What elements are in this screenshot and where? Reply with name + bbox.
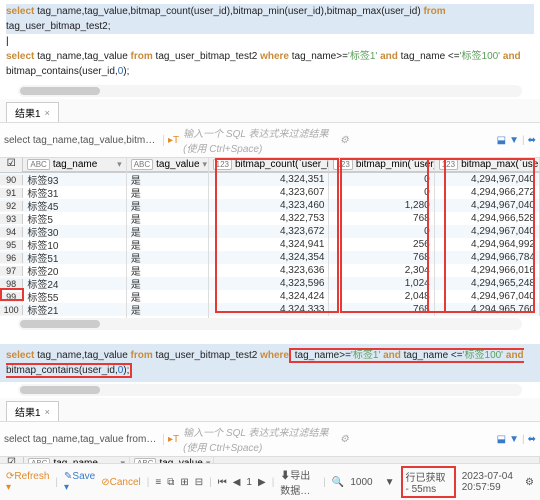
col-tag-name[interactable]: ABCtag_name▾ (23, 158, 126, 172)
format-icon[interactable]: ⬌ (528, 434, 536, 445)
divider: | (522, 434, 525, 445)
export-button[interactable]: ⬇导出数据… (280, 467, 317, 497)
zoom-icon[interactable]: 🔍 (332, 477, 344, 488)
save-button[interactable]: ✎Save ▾ (64, 471, 95, 493)
duplicate-icon[interactable]: ⧉ (167, 477, 174, 488)
breadcrumb[interactable]: select tag_name,tag_value,bitmap_cou (4, 135, 164, 146)
tab-label: 结果1 (15, 404, 41, 419)
cancel-button[interactable]: ⊘Cancel (101, 477, 141, 488)
status-text: 行已获取 - 55ms (401, 466, 456, 498)
result-tabs: 结果1 × (0, 99, 540, 123)
filter-hint[interactable]: 输入一个 SQL 表达式来过滤结果 (使用 Ctrl+Space) (183, 125, 336, 155)
row-count: 1000 (350, 477, 372, 488)
delete-icon[interactable]: ⊟ (195, 477, 203, 488)
timestamp: 2023-07-04 20:57:59 (462, 471, 519, 493)
tab-label: 结果1 (15, 105, 41, 120)
editor-scrollbar-2[interactable] (18, 384, 522, 396)
result-tabs-2: 结果1 × (0, 398, 540, 422)
grid-scrollbar[interactable] (18, 318, 522, 330)
refresh-button[interactable]: ⟳Refresh ▾ (6, 471, 49, 493)
gear-icon[interactable]: ⚙ (340, 434, 493, 445)
funnel-icon[interactable]: ▼ (509, 434, 519, 445)
result-tab-1b[interactable]: 结果1 × (6, 401, 59, 421)
funnel-icon[interactable]: ▼ (509, 135, 519, 146)
breadcrumb[interactable]: select tag_name,tag_value from tag_u (4, 434, 164, 445)
col-bitmap-max[interactable]: 123bitmap_max(`user_id`)▾ (435, 158, 540, 172)
col-bitmap-min[interactable]: 123bitmap_min(`user_id`)▾ (329, 158, 434, 172)
editor-scrollbar[interactable] (18, 85, 522, 97)
status-bar: ⟳Refresh ▾ | ✎Save ▾ ⊘Cancel | ≡ ⧉ ⊞ ⊟ |… (0, 463, 540, 500)
col-tag-value[interactable]: ABCtag_value▾ (127, 158, 209, 172)
table-row[interactable]: 100标签21是4,324,3337684,294,965,760 (0, 303, 540, 316)
result-tab-1[interactable]: 结果1 × (6, 102, 59, 122)
result-grid-top: ☑ ABCtag_name▾ ABCtag_value▾ 123bitmap_c… (0, 158, 540, 316)
insert-icon[interactable]: ⊞ (180, 477, 188, 488)
sql-editor-bottom[interactable]: select tag_name,tag_value from tag_user_… (0, 344, 540, 382)
page-number: 1 (246, 477, 252, 488)
chart-icon[interactable]: ⬓ (497, 135, 506, 146)
script-icon[interactable]: ≡ (155, 477, 161, 488)
close-icon[interactable]: × (45, 407, 50, 417)
chart-icon[interactable]: ⬓ (497, 434, 506, 445)
sql-editor-top[interactable]: select tag_name,tag_value,bitmap_count(u… (0, 0, 540, 83)
prev-page-icon[interactable]: ◀ (233, 477, 241, 488)
next-page-icon[interactable]: ▶ (258, 477, 266, 488)
result-toolbar-bottom: select tag_name,tag_value from tag_u ▸T … (0, 422, 540, 457)
grid-corner[interactable]: ☑ (0, 158, 23, 172)
close-icon[interactable]: × (45, 108, 50, 118)
result-toolbar-top: select tag_name,tag_value,bitmap_cou ▸T … (0, 123, 540, 158)
divider: | (522, 135, 525, 146)
format-icon[interactable]: ⬌ (528, 135, 536, 146)
col-bitmap-count[interactable]: 123bitmap_count(`user_id`)▾ (209, 158, 330, 172)
filter-hint[interactable]: 输入一个 SQL 表达式来过滤结果 (使用 Ctrl+Space) (183, 424, 336, 454)
first-page-icon[interactable]: ⏮ (218, 477, 227, 488)
input-icon[interactable]: ▸T (168, 434, 179, 445)
collapse-icon[interactable]: ▼ (385, 477, 395, 488)
settings-icon[interactable]: ⚙ (525, 477, 534, 488)
gear-icon[interactable]: ⚙ (340, 135, 493, 146)
input-icon[interactable]: ▸T (168, 135, 179, 146)
